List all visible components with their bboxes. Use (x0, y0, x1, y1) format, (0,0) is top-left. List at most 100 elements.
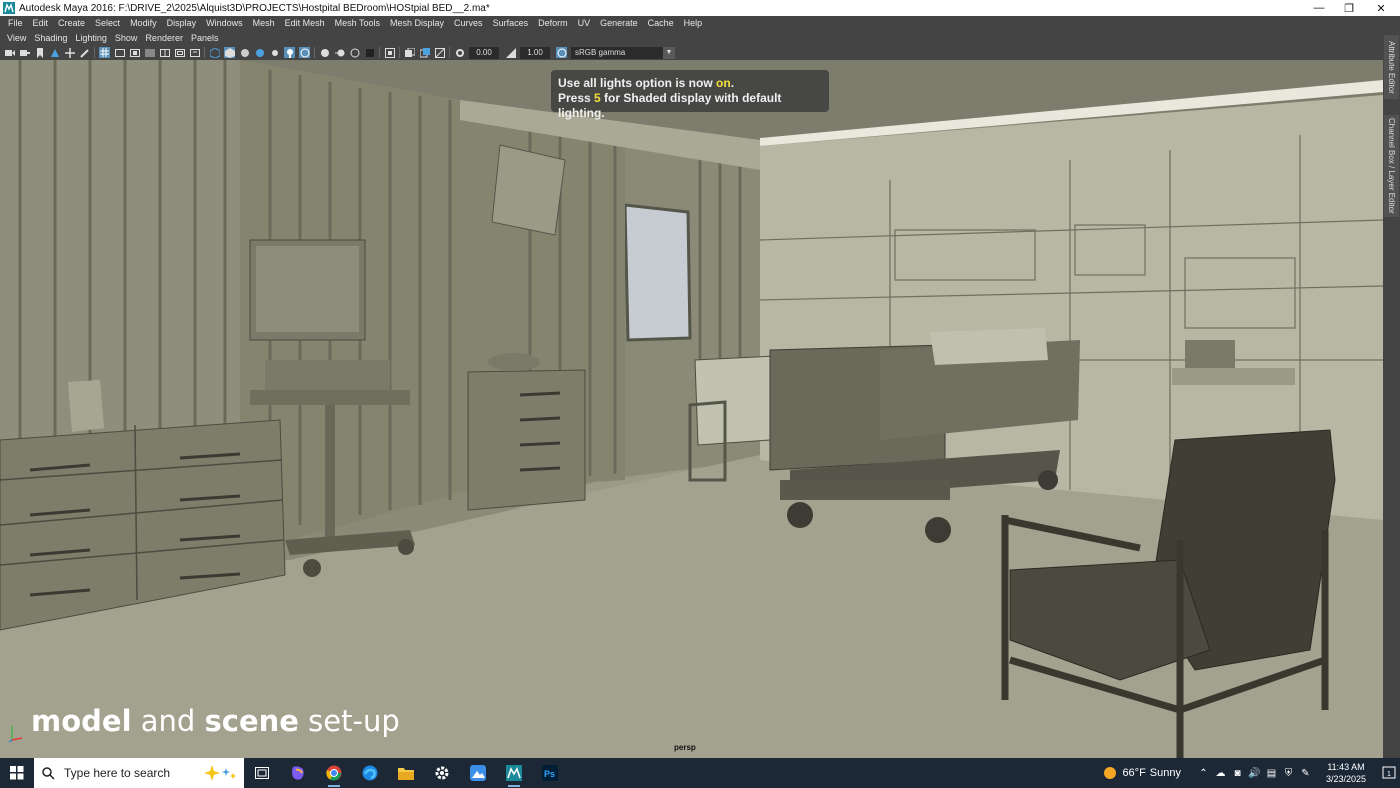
camera-select-icon[interactable] (4, 47, 15, 58)
menu-deform[interactable]: Deform (533, 16, 573, 31)
menu-cache[interactable]: Cache (643, 16, 679, 31)
menu-curves[interactable]: Curves (449, 16, 488, 31)
search-icon (42, 766, 55, 780)
system-clock[interactable]: 11:43 AM 3/23/2025 (1320, 761, 1372, 785)
menu-mesh-tools[interactable]: Mesh Tools (330, 16, 385, 31)
hud-line-2: Press 5 for Shaded display with default … (558, 91, 822, 121)
panel-menu-panels[interactable]: Panels (187, 31, 223, 45)
close-button[interactable]: ✕ (1366, 0, 1396, 16)
use-all-lights-icon[interactable] (284, 47, 295, 58)
panel-menu-lighting[interactable]: Lighting (71, 31, 111, 45)
menu-mesh-display[interactable]: Mesh Display (385, 16, 449, 31)
svg-text:Ps: Ps (544, 769, 555, 779)
xray-joints-icon[interactable] (434, 47, 445, 58)
gate-mask-icon[interactable] (144, 47, 155, 58)
isolate-select-icon[interactable] (384, 47, 395, 58)
panel-menu-shading[interactable]: Shading (30, 31, 71, 45)
security-icon[interactable]: ⛨ (1280, 758, 1297, 788)
minimize-button[interactable]: — (1304, 0, 1334, 16)
main-menu-bar: File Edit Create Select Modify Display W… (0, 16, 1400, 31)
camera-lock-icon[interactable] (19, 47, 30, 58)
grid-toggle-icon[interactable] (99, 47, 110, 58)
bookmark-icon[interactable] (34, 47, 45, 58)
edge-icon[interactable] (352, 758, 388, 788)
weather-condition: Sunny (1149, 767, 1181, 779)
textured-icon[interactable] (254, 47, 265, 58)
screen-space-ao-icon[interactable] (319, 47, 330, 58)
menu-uv[interactable]: UV (573, 16, 596, 31)
photoshop-icon[interactable]: Ps (532, 758, 568, 788)
settings-gear-icon[interactable] (424, 758, 460, 788)
shadows-icon[interactable] (299, 47, 310, 58)
gamma-icon[interactable] (505, 47, 516, 58)
menu-edit[interactable]: Edit (28, 16, 54, 31)
exposure-icon[interactable] (454, 47, 465, 58)
panel-menu-bar: View Shading Lighting Show Renderer Pane… (0, 31, 1383, 45)
copilot-icon[interactable] (280, 758, 316, 788)
xray-active-components-icon[interactable] (419, 47, 430, 58)
image-plane-icon[interactable] (49, 47, 60, 58)
menu-create[interactable]: Create (53, 16, 90, 31)
photos-icon[interactable] (460, 758, 496, 788)
hud-message: Use all lights option is now on. Press 5… (551, 70, 829, 120)
chrome-icon[interactable] (316, 758, 352, 788)
depth-of-field-icon[interactable] (364, 47, 375, 58)
network-icon[interactable]: ▤ (1263, 758, 1280, 788)
cloud-icon[interactable]: ☁ (1212, 758, 1229, 788)
menu-select[interactable]: Select (90, 16, 125, 31)
camera-icon[interactable]: ◙ (1229, 758, 1246, 788)
weather-widget[interactable]: 66°F Sunny (1102, 765, 1181, 781)
restore-button[interactable]: ❐ (1334, 0, 1364, 16)
start-button[interactable] (0, 758, 34, 788)
safe-title-icon[interactable] (189, 47, 200, 58)
panel-menu-view[interactable]: View (3, 31, 30, 45)
safe-action-icon[interactable] (174, 47, 185, 58)
scene-render (0, 60, 1383, 758)
menu-generate[interactable]: Generate (595, 16, 643, 31)
channel-box-tab[interactable]: Channel Box / Layer Editor (1384, 115, 1399, 217)
wireframe-on-shaded-icon[interactable] (239, 47, 250, 58)
panel-menu-renderer[interactable]: Renderer (141, 31, 187, 45)
color-management-icon[interactable] (556, 47, 567, 58)
hud-line-1-end: . (730, 76, 735, 90)
notification-icon[interactable]: 1 (1378, 758, 1400, 788)
menu-modify[interactable]: Modify (125, 16, 162, 31)
menu-surfaces[interactable]: Surfaces (488, 16, 534, 31)
menu-display[interactable]: Display (162, 16, 202, 31)
xray-icon[interactable] (404, 47, 415, 58)
task-view-icon[interactable] (244, 758, 280, 788)
volume-icon[interactable]: 🔊 (1246, 758, 1263, 788)
view-transform-select[interactable]: sRGB gamma ▼ (571, 46, 675, 59)
resolution-gate-icon[interactable] (129, 47, 140, 58)
use-default-lights-icon[interactable] (269, 47, 280, 58)
toolbar-separator (94, 47, 95, 58)
hud-line-2-text: Press (558, 91, 595, 105)
camera-name-label: persp (674, 743, 696, 752)
maya-taskbar-icon[interactable] (496, 758, 532, 788)
grease-pencil-icon[interactable] (79, 47, 90, 58)
field-chart-icon[interactable] (159, 47, 170, 58)
attribute-editor-tab[interactable]: Attribute Editor (1384, 35, 1399, 99)
gamma-field[interactable]: 1.00 (520, 46, 550, 59)
film-gate-icon[interactable] (114, 47, 125, 58)
two-d-pan-icon[interactable] (64, 47, 75, 58)
anti-aliasing-icon[interactable] (349, 47, 360, 58)
smooth-shade-icon[interactable] (224, 47, 235, 58)
menu-edit-mesh[interactable]: Edit Mesh (280, 16, 330, 31)
wireframe-icon[interactable] (209, 47, 220, 58)
system-tray: 66°F Sunny ⌃ ☁ ◙ 🔊 ▤ ⛨ ✎ 11:43 AM 3/23/2… (1102, 758, 1400, 788)
overlay-caption-word-1: model (31, 704, 132, 738)
menu-mesh[interactable]: Mesh (248, 16, 280, 31)
exposure-field[interactable]: 0.00 (469, 46, 499, 59)
taskbar-search-box[interactable]: Type here to search (34, 758, 244, 788)
pen-icon[interactable]: ✎ (1297, 758, 1314, 788)
panel-menu-show[interactable]: Show (111, 31, 142, 45)
motion-blur-icon[interactable] (334, 47, 345, 58)
menu-help[interactable]: Help (679, 16, 708, 31)
clock-date: 3/23/2025 (1325, 774, 1367, 784)
menu-windows[interactable]: Windows (201, 16, 248, 31)
chevron-up-icon[interactable]: ⌃ (1195, 758, 1212, 788)
menu-file[interactable]: File (3, 16, 28, 31)
perspective-viewport[interactable]: Use all lights option is now on. Press 5… (0, 60, 1383, 758)
file-explorer-icon[interactable] (388, 758, 424, 788)
